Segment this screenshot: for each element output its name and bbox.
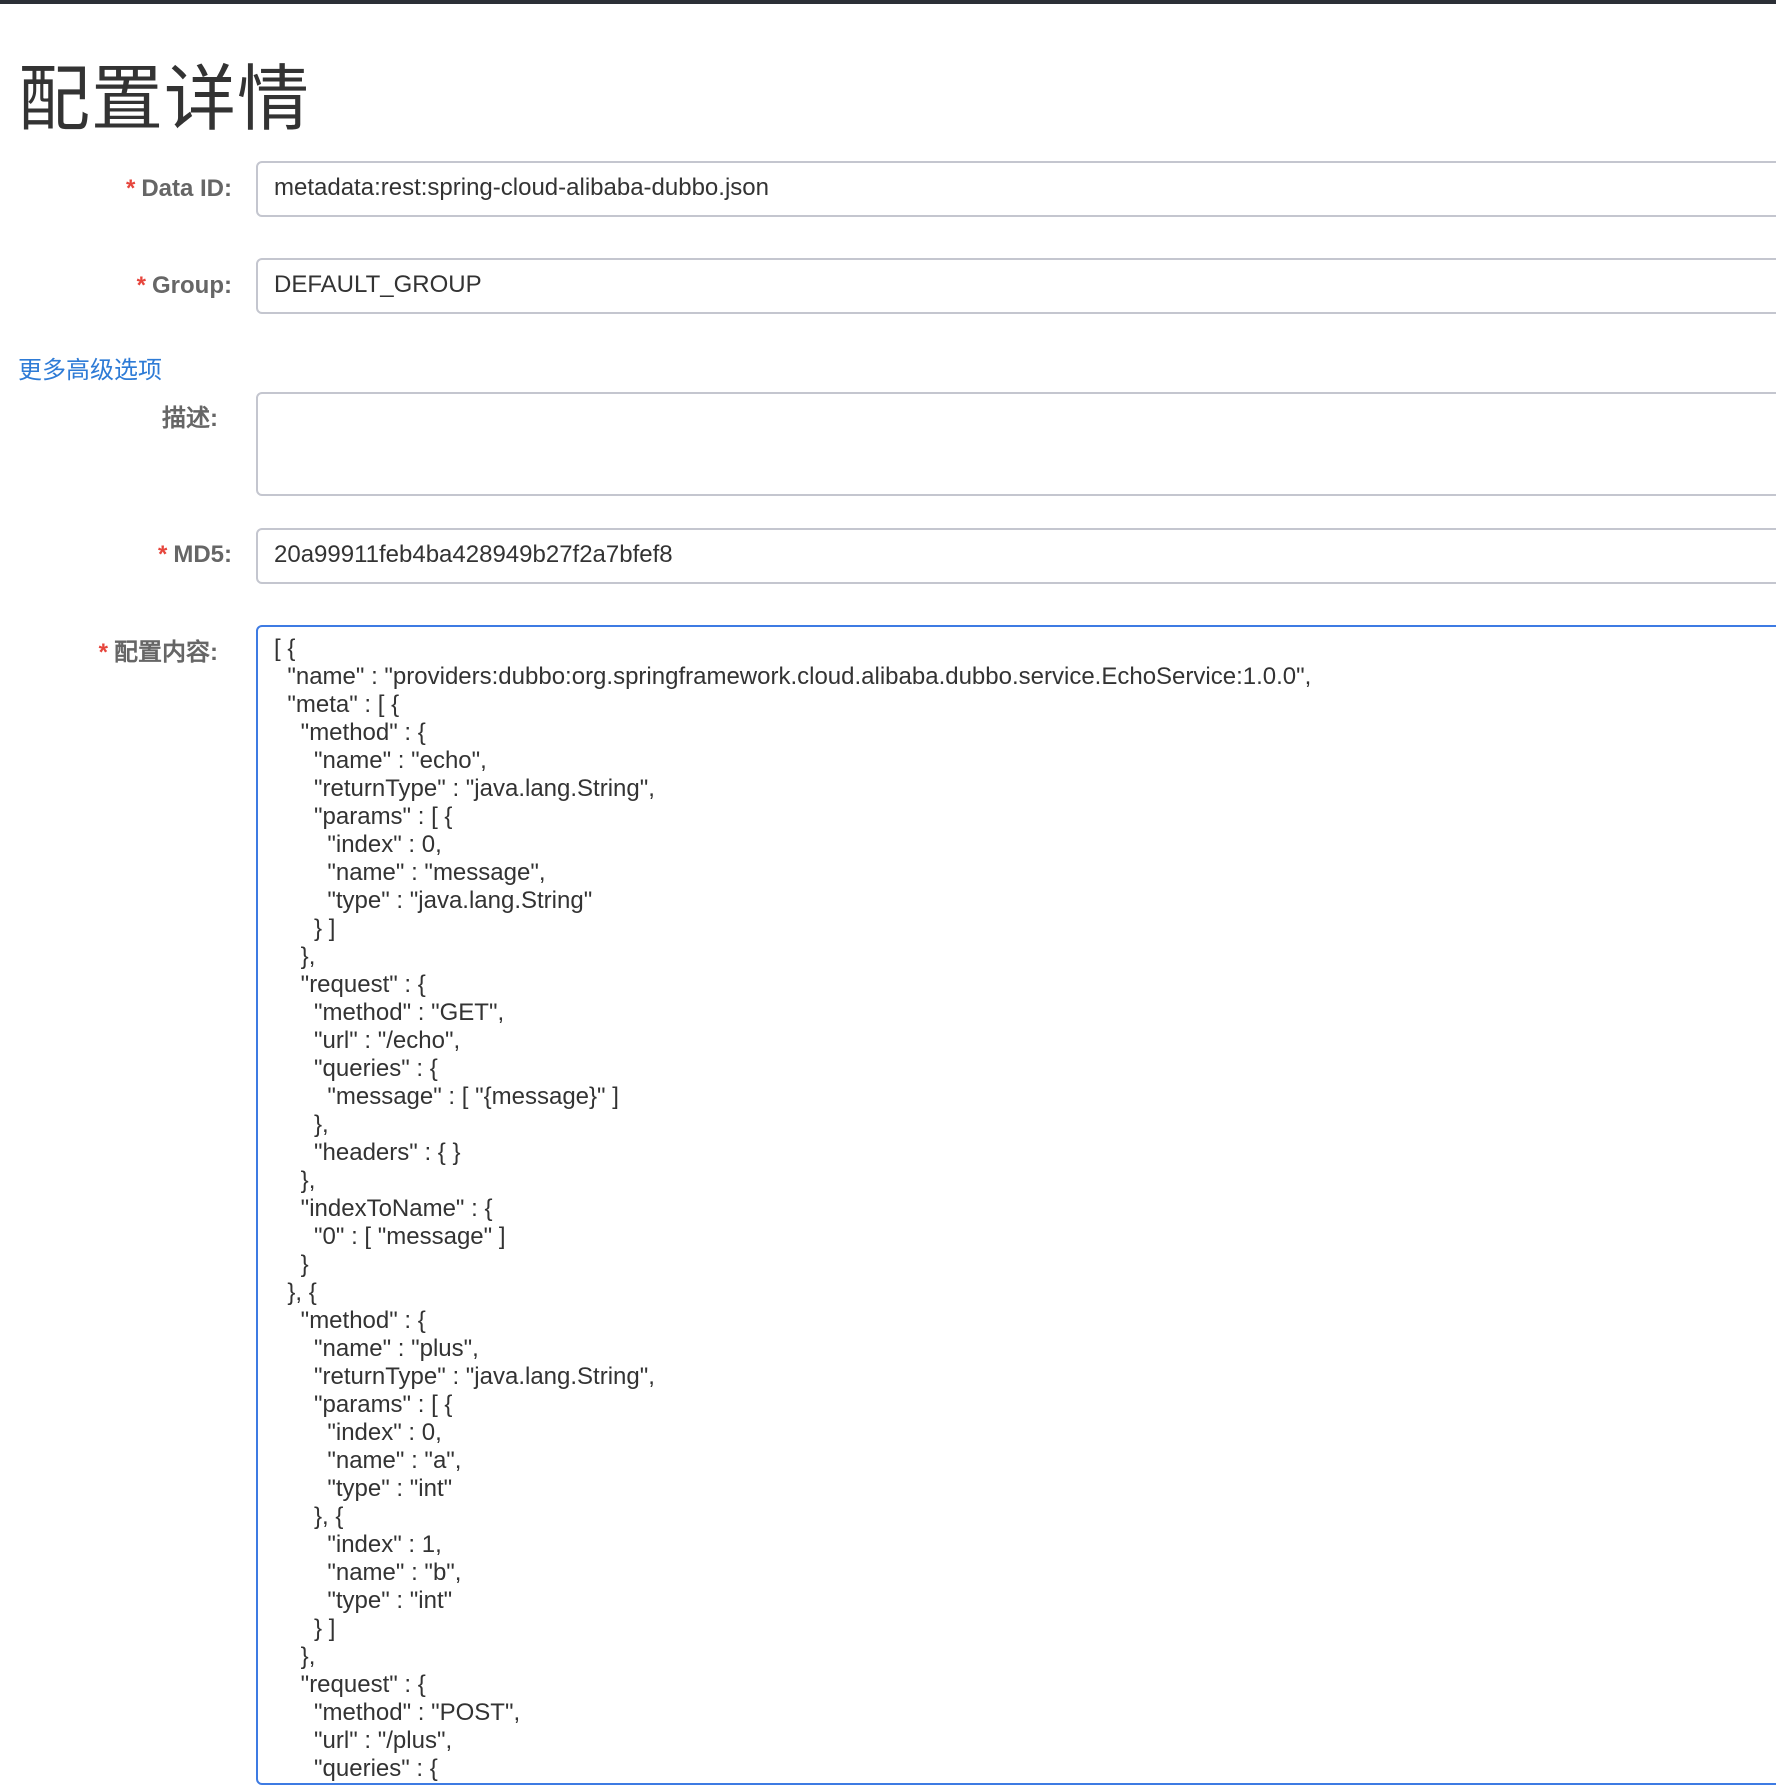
data-id-label-text: Data ID: xyxy=(141,175,232,202)
code-line: "message" : [ "{message}" ] xyxy=(274,1083,619,1110)
code-line: "url" : "/echo", xyxy=(274,1027,461,1054)
config-content-editor[interactable]: [ { "name" : "providers:dubbo:org.spring… xyxy=(256,625,1776,1785)
required-mark: * xyxy=(125,175,136,202)
code-line: "index" : 1, xyxy=(274,1531,442,1558)
code-line: "name" : "message", xyxy=(274,859,546,886)
code-line: "name" : "b", xyxy=(274,1559,462,1586)
code-line: "index" : 0, xyxy=(274,1419,442,1446)
top-bar xyxy=(0,0,1776,4)
required-mark: * xyxy=(98,639,108,666)
page-title: 配置详情 xyxy=(18,60,311,140)
code-line: "returnType" : "java.lang.String", xyxy=(274,1363,655,1390)
code-line: }, xyxy=(274,1643,316,1670)
code-line: "type" : "int" xyxy=(274,1587,453,1614)
group-label-text: Group: xyxy=(152,272,232,299)
md5-label: * MD5: xyxy=(158,540,232,570)
data-id-label: * Data ID: xyxy=(126,174,232,204)
code-line: "url" : "/plus", xyxy=(274,1727,453,1754)
group-label: * Group: xyxy=(137,271,232,301)
code-line: "index" : 0, xyxy=(274,831,442,858)
code-line: "method" : { xyxy=(274,719,426,746)
code-line: "queries" : { xyxy=(274,1755,438,1782)
code-line: "params" : [ { xyxy=(274,1391,453,1418)
code-line: } ] xyxy=(274,915,336,942)
code-line: }, { xyxy=(274,1279,317,1306)
required-mark: * xyxy=(157,541,168,568)
code-line: "method" : "POST", xyxy=(274,1699,521,1726)
more-advanced-options-link[interactable]: 更多高级选项 xyxy=(18,356,162,386)
code-line: }, { xyxy=(274,1503,344,1530)
code-line: "0" : [ "message" ] xyxy=(274,1223,506,1250)
code-line: } xyxy=(274,1251,309,1278)
group-input[interactable]: DEFAULT_GROUP xyxy=(256,258,1776,314)
code-line: [ { xyxy=(274,635,296,662)
code-line: "method" : "GET", xyxy=(274,999,505,1026)
code-line: "indexToName" : { xyxy=(274,1195,493,1222)
code-line: "name" : "a", xyxy=(274,1447,462,1474)
code-line: }, xyxy=(274,943,316,970)
code-line: "type" : "int" xyxy=(274,1475,453,1502)
code-line: "name" : "providers:dubbo:org.springfram… xyxy=(274,663,1312,690)
code-line: "headers" : { } xyxy=(274,1139,461,1166)
code-line: "meta" : [ { xyxy=(274,691,400,718)
code-line: "request" : { xyxy=(274,971,426,998)
code-line: "name" : "plus", xyxy=(274,1335,479,1362)
md5-label-text: MD5: xyxy=(173,541,232,568)
code-line: "method" : { xyxy=(274,1307,426,1334)
description-textarea[interactable] xyxy=(256,392,1776,496)
md5-input[interactable]: 20a99911feb4ba428949b27f2a7bfef8 xyxy=(256,528,1776,584)
code-line: "queries" : { xyxy=(274,1055,438,1082)
code-line: "params" : [ { xyxy=(274,803,453,830)
code-line: } ] xyxy=(274,1615,336,1642)
code-line: "type" : "java.lang.String" xyxy=(274,887,593,914)
code-line: "returnType" : "java.lang.String", xyxy=(274,775,655,802)
code-line: "name" : "echo", xyxy=(274,747,487,774)
content-label-text: 配置内容: xyxy=(114,639,218,666)
required-mark: * xyxy=(136,272,147,299)
data-id-input[interactable]: metadata:rest:spring-cloud-alibaba-dubbo… xyxy=(256,161,1776,217)
code-line: }, xyxy=(274,1167,316,1194)
code-line: "request" : { xyxy=(274,1671,426,1698)
description-label: 描述: xyxy=(162,405,218,432)
code-line: }, xyxy=(274,1111,329,1138)
content-label: * 配置内容: xyxy=(99,638,218,668)
